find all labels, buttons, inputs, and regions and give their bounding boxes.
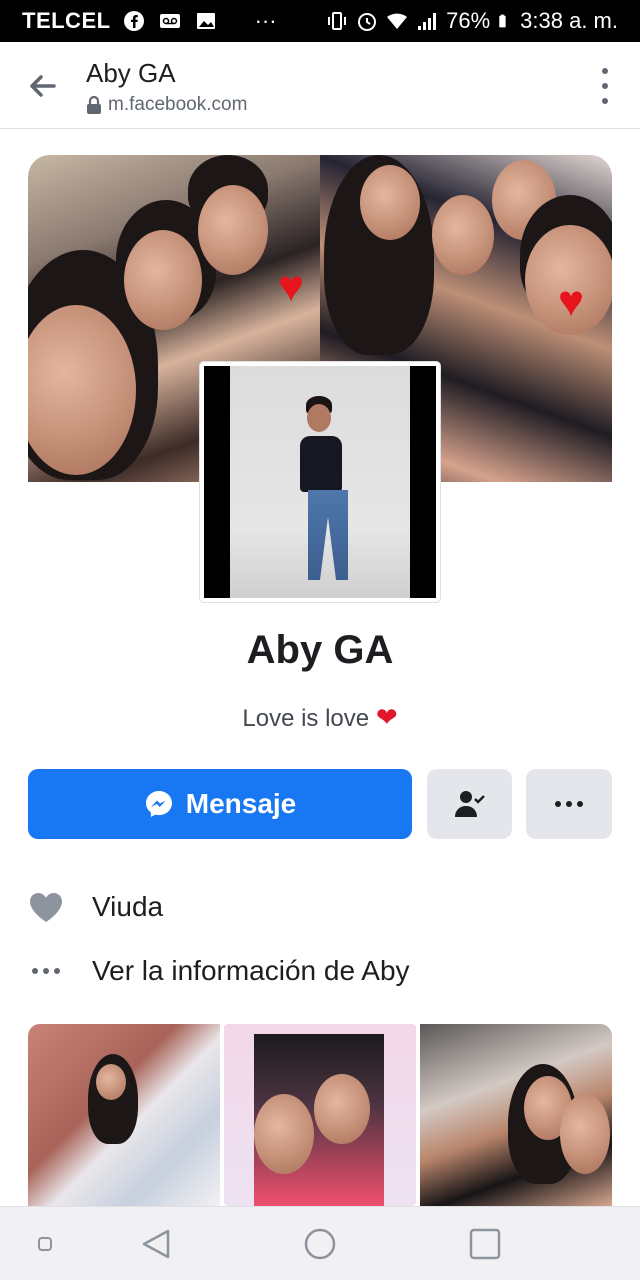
carrier-name: TELCEL: [22, 8, 111, 33]
see-about-row[interactable]: Ver la información de Aby: [28, 946, 612, 996]
nav-home-icon[interactable]: [303, 1227, 337, 1261]
photo-thumbnail[interactable]: [224, 1024, 416, 1206]
browser-header: Aby GA m.facebook.com: [0, 42, 640, 129]
url-text: m.facebook.com: [108, 94, 248, 115]
photo-inner: [254, 1034, 384, 1206]
gallery-icon: [196, 13, 215, 29]
relationship-row: Viuda: [28, 882, 612, 932]
battery-percent: 76%: [446, 8, 491, 33]
vibrate-icon: [328, 12, 347, 30]
more-horizontal-icon: [555, 801, 583, 807]
lock-icon: [87, 96, 101, 114]
profile-picture-image: [204, 366, 436, 598]
person-top: [300, 436, 342, 492]
status-bar: TELCEL ··· 76% 3:38 a. m.: [0, 0, 640, 42]
photo-thumbnail[interactable]: [420, 1024, 612, 1206]
cover-face: [432, 195, 494, 275]
profile-bio: Love is love ❤: [0, 702, 640, 733]
friend-status-button[interactable]: [427, 769, 512, 839]
more-options-button[interactable]: [526, 769, 612, 839]
page-title: Aby GA: [86, 58, 176, 88]
dots-icon: [28, 953, 64, 989]
photo-face: [254, 1094, 314, 1174]
profile-name: Aby GA: [246, 628, 394, 672]
more-vertical-icon[interactable]: [600, 68, 610, 104]
alarm-icon: [358, 13, 377, 31]
photo-face: [96, 1064, 126, 1100]
heart-emoji-icon: ❤: [375, 702, 398, 732]
heart-sticker: ♥: [558, 277, 585, 326]
voicemail-icon: [159, 14, 180, 28]
heart-icon: [28, 889, 64, 925]
heart-sticker: ♥: [278, 262, 305, 311]
cover-face: [360, 165, 420, 240]
wifi-icon: [387, 13, 408, 29]
facebook-notification-icon: [123, 11, 144, 31]
cover-face: [124, 230, 202, 330]
person-head: [307, 404, 331, 432]
notification-icons: ···: [123, 8, 277, 34]
photo-face: [314, 1074, 370, 1144]
message-button-label: Mensaje: [185, 788, 297, 819]
message-button[interactable]: Mensaje: [28, 769, 412, 839]
person-jeans: [308, 490, 348, 580]
nav-recents-icon[interactable]: [468, 1227, 502, 1261]
android-navigation-bar: [0, 1206, 640, 1280]
page-url: m.facebook.com: [86, 94, 247, 116]
photo-face: [560, 1094, 610, 1174]
nav-back-icon[interactable]: [140, 1227, 174, 1261]
messenger-icon: [145, 791, 172, 817]
cover-face: [198, 185, 268, 275]
photo-thumbnail[interactable]: [28, 1024, 220, 1206]
back-arrow-icon[interactable]: [24, 68, 60, 104]
dock-handle-icon[interactable]: [38, 1237, 52, 1251]
profile-photo-background: [230, 366, 410, 598]
more-notifications-dots: ···: [254, 8, 277, 33]
battery-icon: [499, 14, 506, 28]
bio-text: Love is love: [242, 705, 370, 732]
system-status: 76% 3:38 a. m.: [326, 8, 618, 34]
relationship-status: Viuda: [92, 891, 164, 922]
photos-grid: [28, 1024, 612, 1206]
friend-check-icon: [454, 791, 485, 817]
see-about-link[interactable]: Ver la información de Aby: [92, 955, 410, 987]
profile-picture[interactable]: [200, 362, 440, 602]
signal-icon: [418, 13, 437, 30]
clock: 3:38 a. m.: [520, 8, 618, 33]
